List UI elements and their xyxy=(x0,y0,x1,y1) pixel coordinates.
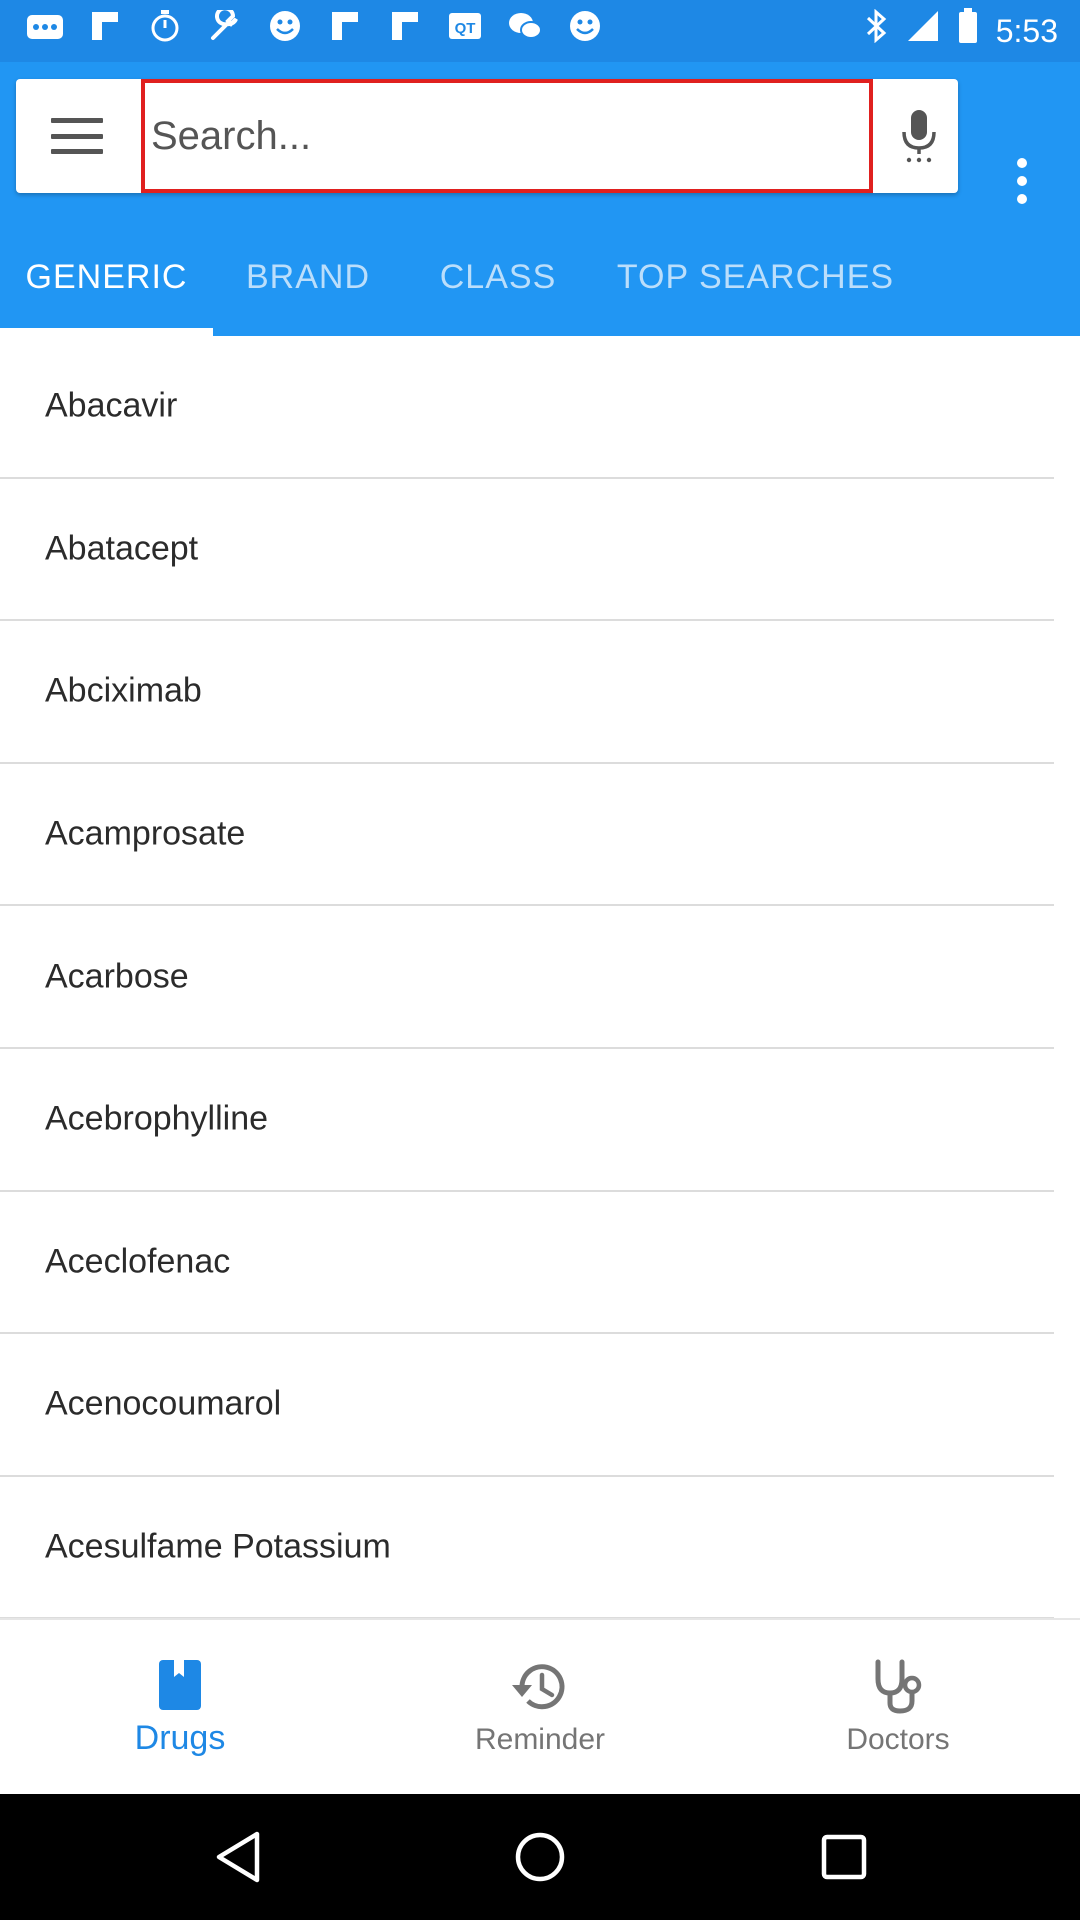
wrench-icon xyxy=(206,6,244,52)
book-icon xyxy=(159,1659,201,1710)
more-options-button[interactable] xyxy=(990,124,1054,238)
tab-top-searches[interactable]: TOP SEARCHES xyxy=(593,248,918,336)
drug-name: Abciximab xyxy=(45,671,202,710)
drug-name: Abatacept xyxy=(45,529,199,568)
app-screen: QT 5:53 Search... GENERIC BRAND CLASS TO… xyxy=(0,0,1080,1920)
list-item[interactable]: Acenocoumarol xyxy=(0,1334,1054,1477)
hamburger-icon xyxy=(51,118,103,154)
drug-name: Acenocoumarol xyxy=(45,1384,282,1423)
search-card xyxy=(16,79,958,193)
smiley-icon xyxy=(566,9,604,53)
system-navigation-bar xyxy=(0,1794,1080,1920)
drug-name: Acarbose xyxy=(45,957,189,996)
flipboard-icon xyxy=(386,10,424,52)
flipboard-icon xyxy=(86,10,124,52)
home-icon xyxy=(515,1832,565,1882)
list-item[interactable]: Abacavir xyxy=(0,336,1054,479)
microphone-icon xyxy=(902,110,936,163)
search-input[interactable] xyxy=(145,83,869,189)
battery-icon xyxy=(958,8,978,54)
menu-button[interactable] xyxy=(16,79,138,193)
nav-reminder-label: Reminder xyxy=(474,1723,606,1756)
signal-icon xyxy=(906,9,940,53)
list-item[interactable]: Acamprosate xyxy=(0,764,1054,907)
drug-name: Acamprosate xyxy=(45,814,246,853)
home-button[interactable] xyxy=(480,1794,600,1920)
clock: 5:53 xyxy=(995,13,1058,49)
list-item[interactable]: Aceclofenac xyxy=(0,1192,1054,1335)
more-vert-icon xyxy=(1017,158,1027,204)
drug-name: Aceclofenac xyxy=(45,1242,231,1281)
tab-class[interactable]: CLASS xyxy=(403,248,593,336)
smiley-icon xyxy=(266,9,304,53)
messages-icon xyxy=(26,10,64,52)
drug-name: Acebrophylline xyxy=(45,1099,269,1138)
flipboard-icon xyxy=(326,10,364,52)
list-item[interactable]: Abatacept xyxy=(0,479,1054,622)
drug-name: Acesulfame Potassium xyxy=(45,1527,391,1566)
back-button[interactable] xyxy=(178,1794,298,1920)
tab-bar: GENERIC BRAND CLASS TOP SEARCHES xyxy=(0,248,1080,336)
recents-button[interactable] xyxy=(784,1794,904,1920)
search-field xyxy=(141,79,873,193)
timer-icon xyxy=(146,9,184,53)
bottom-navigation: Drugs Reminder Doctors xyxy=(0,1618,1080,1794)
bluetooth-icon xyxy=(864,8,888,53)
list-item[interactable]: Acarbose xyxy=(0,906,1054,1049)
nav-drugs[interactable]: Drugs xyxy=(30,1620,330,1796)
qq-icon: QT xyxy=(446,10,484,52)
history-icon xyxy=(512,1664,565,1710)
stethoscope-icon xyxy=(875,1659,922,1714)
drug-list: Abacavir Abatacept Abciximab Acamprosate… xyxy=(0,336,1080,1620)
tab-generic[interactable]: GENERIC xyxy=(0,248,213,336)
app-bar: GENERIC BRAND CLASS TOP SEARCHES xyxy=(0,62,1080,336)
status-bar: QT 5:53 xyxy=(0,0,1080,62)
back-icon xyxy=(216,1831,260,1883)
list-item[interactable]: Acesulfame Potassium xyxy=(0,1477,1054,1620)
list-item[interactable]: Abciximab xyxy=(0,621,1054,764)
system-status-icons: 5:53 xyxy=(864,8,1058,54)
nav-doctors[interactable]: Doctors xyxy=(748,1620,1048,1796)
list-item[interactable]: Acebrophylline xyxy=(0,1049,1054,1192)
nav-reminder[interactable]: Reminder xyxy=(390,1620,690,1796)
tab-indicator xyxy=(0,328,213,336)
nav-doctors-label: Doctors xyxy=(846,1723,950,1756)
svg-text:QT: QT xyxy=(455,20,476,37)
voice-search-button[interactable] xyxy=(880,79,958,193)
notification-icons: QT xyxy=(26,6,604,53)
drug-name: Abacavir xyxy=(45,386,178,425)
tab-brand[interactable]: BRAND xyxy=(213,248,403,336)
recents-icon xyxy=(821,1834,867,1880)
nav-drugs-label: Drugs xyxy=(134,1718,226,1757)
wechat-icon xyxy=(506,10,544,52)
